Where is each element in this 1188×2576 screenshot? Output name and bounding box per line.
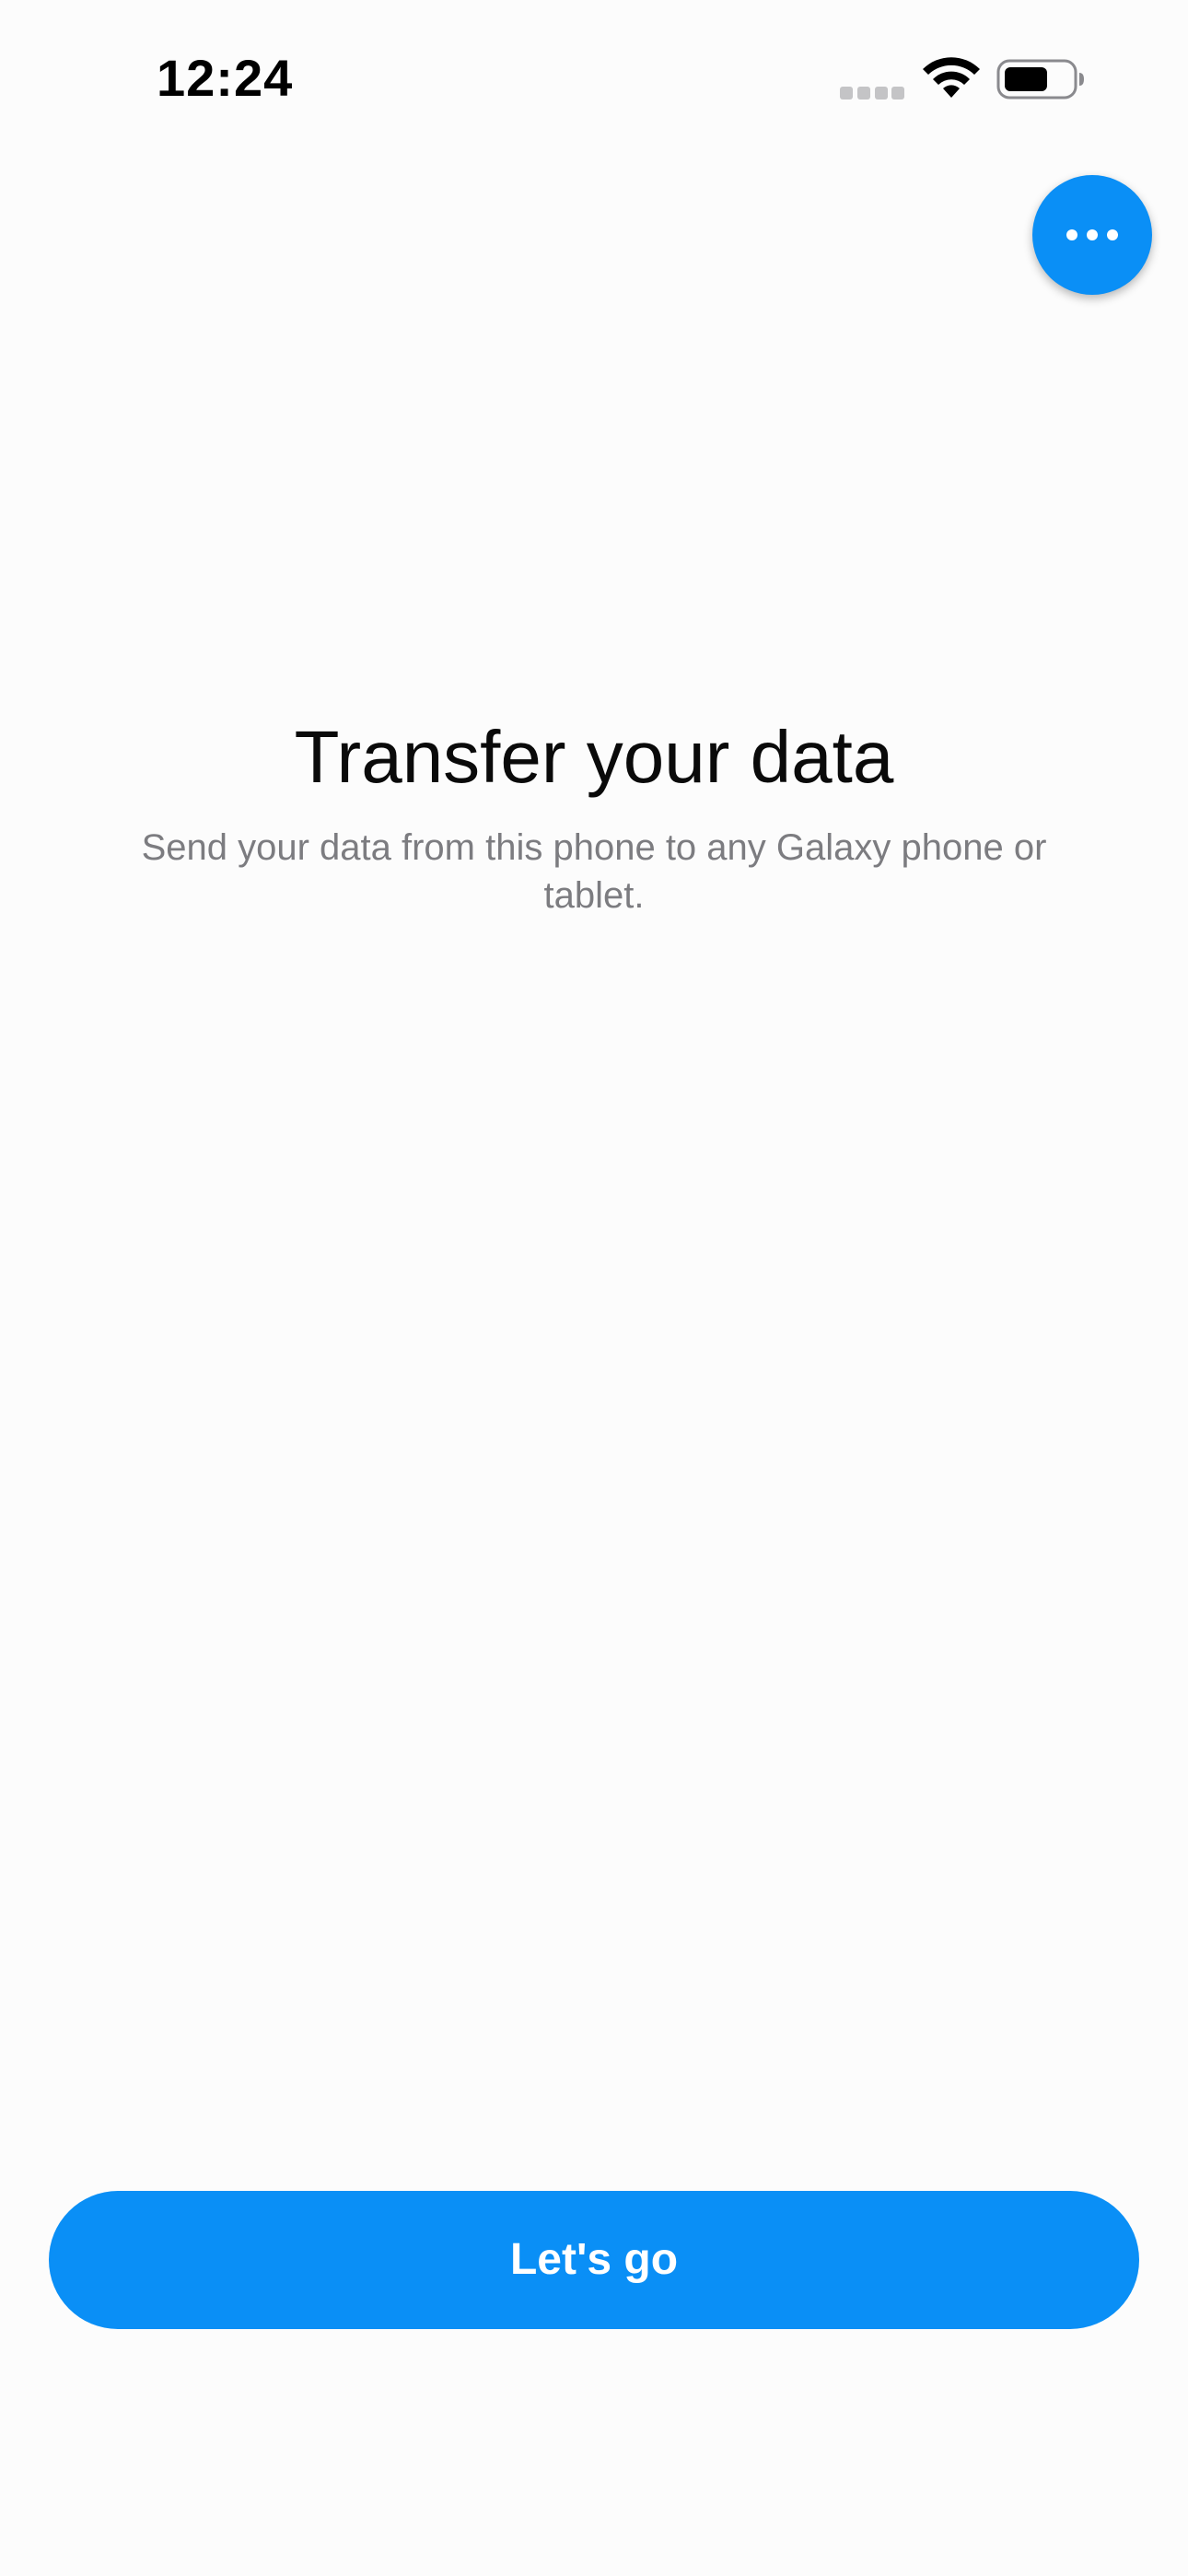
status-time: 12:24 (157, 49, 294, 107)
page-title: Transfer your data (294, 716, 894, 798)
screen: 12:24 Transfer your data Send your data … (0, 0, 1188, 2576)
page-subtitle: Send your data from this phone to any Ga… (141, 827, 1047, 916)
more-horizontal-icon (1066, 229, 1118, 240)
wifi-icon (923, 57, 980, 98)
signal-dots-icon (840, 87, 904, 100)
status-bar: 12:24 (0, 0, 1188, 157)
more-options-button[interactable] (1032, 175, 1152, 295)
lets-go-button[interactable]: Let's go (49, 2191, 1139, 2329)
battery-icon (996, 59, 1084, 100)
